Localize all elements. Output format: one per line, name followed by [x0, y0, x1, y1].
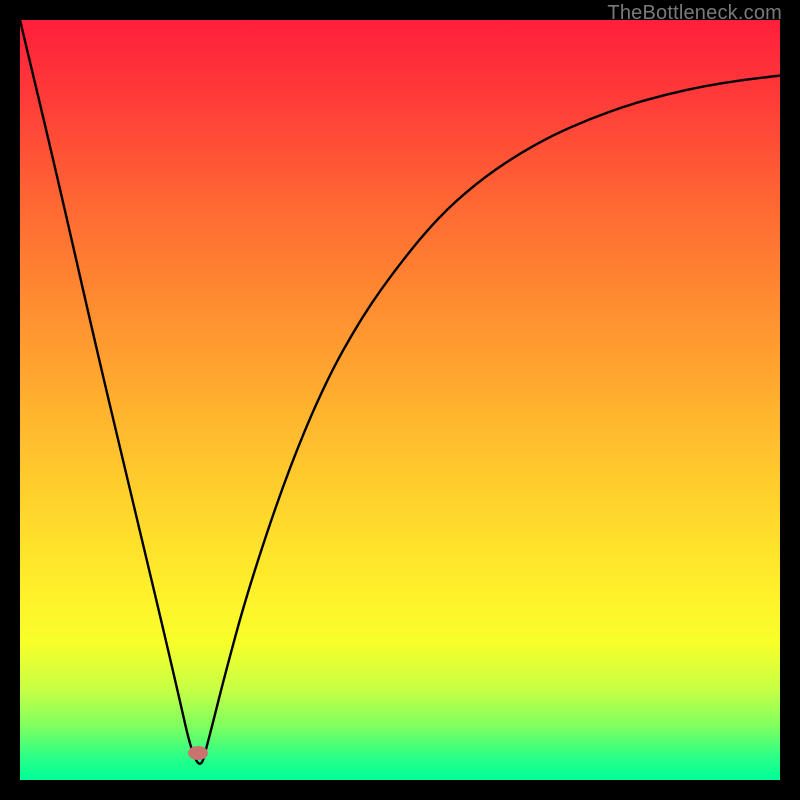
curve-path: [20, 20, 780, 764]
outer-frame: TheBottleneck.com: [0, 0, 800, 800]
optimum-marker: [188, 746, 208, 760]
bottleneck-curve: [20, 20, 780, 780]
